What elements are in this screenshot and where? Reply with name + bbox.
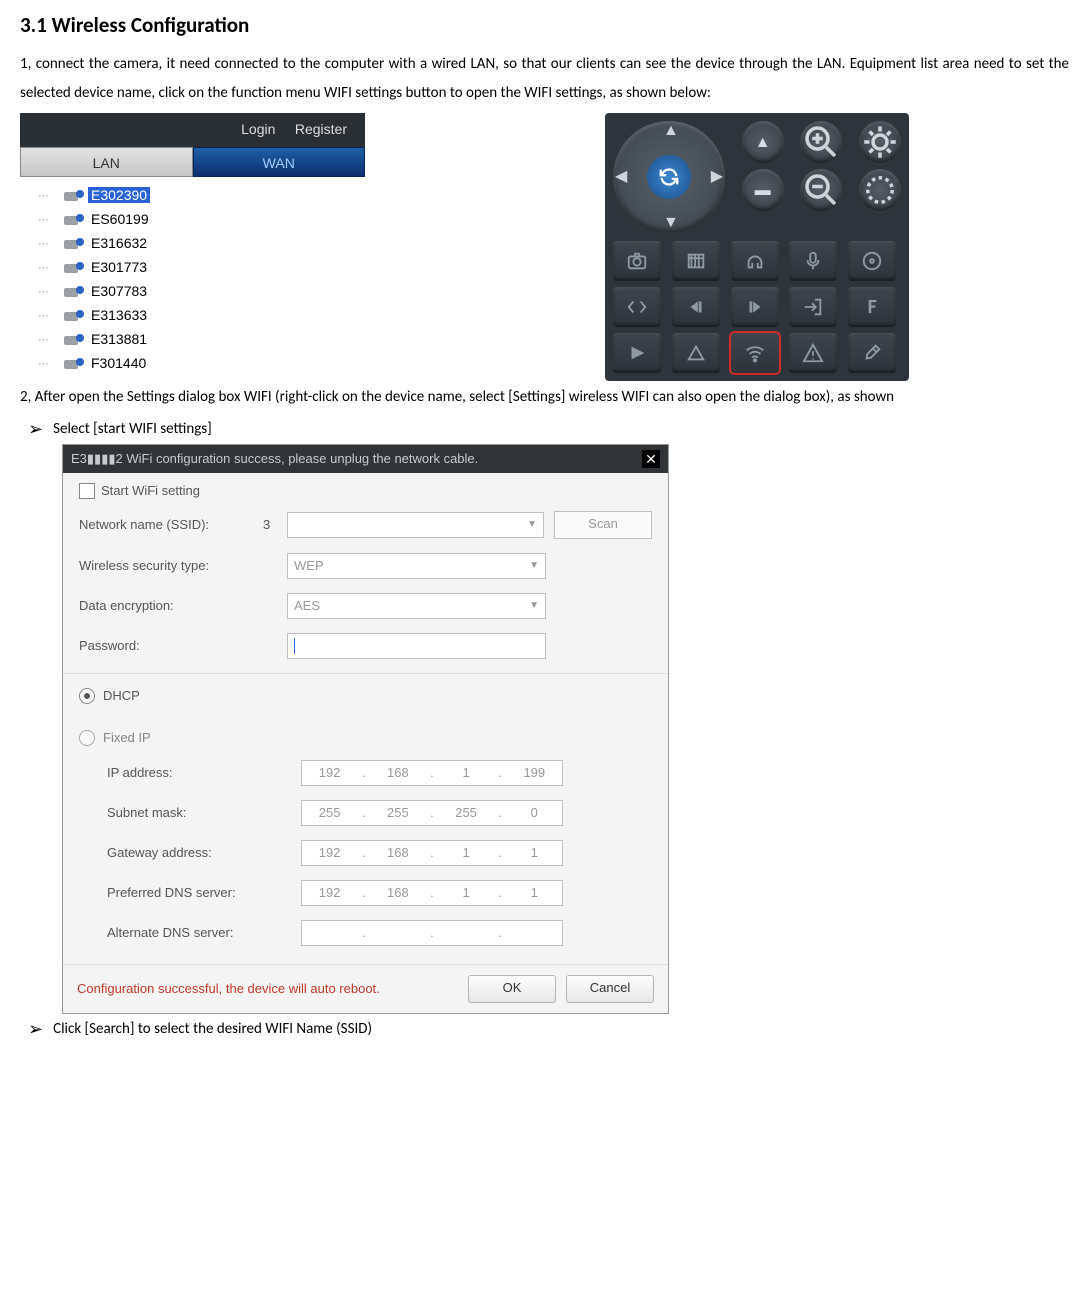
dhcp-radio[interactable] (79, 688, 95, 704)
gateway-label: Gateway address: (107, 845, 301, 860)
camera-icon (64, 187, 84, 203)
dhcp-label: DHCP (103, 688, 140, 703)
camera-icon (64, 355, 84, 371)
paragraph-1: 1, connect the camera, it need connected… (20, 50, 1069, 107)
gateway-input[interactable]: 192. 168. 1. 1 (301, 840, 563, 866)
snapshot-button[interactable] (613, 241, 661, 281)
password-input[interactable] (287, 633, 546, 659)
device-item[interactable]: ⋯E313881 (38, 327, 365, 351)
wifi-dialog: E3▮▮▮▮2 WiFi configuration success, plea… (62, 444, 669, 1014)
tab-lan[interactable]: LAN (20, 147, 193, 177)
zoom-out-button[interactable] (800, 169, 842, 211)
scan-button[interactable]: Scan (554, 511, 652, 539)
control-panel: ▲ ▼ ◀ ▶ ▲ ▬ (605, 113, 909, 381)
mic-button[interactable] (789, 241, 837, 281)
ip-address-label: IP address: (107, 765, 301, 780)
f-button[interactable]: F (848, 287, 896, 327)
iris-close-button[interactable] (859, 169, 901, 211)
device-item[interactable]: ⋯ES60199 (38, 207, 365, 231)
start-wifi-label: Start WiFi setting (101, 483, 200, 498)
password-label: Password: (79, 638, 253, 653)
login-link[interactable]: Login (241, 121, 275, 137)
device-item[interactable]: ⋯E316632 (38, 231, 365, 255)
cancel-button[interactable]: Cancel (566, 975, 654, 1003)
paragraph-2: 2, After open the Settings dialog box WI… (20, 383, 1069, 412)
camera-icon (64, 307, 84, 323)
ptz-refresh-button[interactable] (647, 155, 691, 199)
audio-button[interactable] (731, 241, 779, 281)
left-arrow-button[interactable] (672, 287, 720, 327)
subnet-label: Subnet mask: (107, 805, 301, 820)
triangle-button[interactable] (672, 333, 720, 373)
bullet-icon: ➢ (28, 1018, 43, 1040)
ptz-right-icon[interactable]: ▶ (711, 169, 723, 185)
camera-icon (64, 259, 84, 275)
focus-out-button[interactable]: ▬ (742, 169, 784, 211)
register-link[interactable]: Register (295, 121, 347, 137)
settings-button[interactable] (848, 333, 896, 373)
encryption-dropdown[interactable]: AES▼ (287, 593, 546, 619)
iris-open-button[interactable] (859, 121, 901, 163)
ip-address-input[interactable]: 192. 168. 1. 199 (301, 760, 563, 786)
device-item[interactable]: ⋯E302390 (38, 183, 365, 207)
security-dropdown[interactable]: WEP▼ (287, 553, 546, 579)
fixed-ip-radio[interactable] (79, 730, 95, 746)
dns1-label: Preferred DNS server: (107, 885, 301, 900)
device-item[interactable]: ⋯E307783 (38, 279, 365, 303)
ssid-count: 3 (263, 517, 277, 532)
encryption-label: Data encryption: (79, 598, 253, 613)
device-list-panel: Login Register LAN WAN ⋯E302390 ⋯ES60199… (20, 113, 365, 375)
status-message: Configuration successful, the device wil… (77, 981, 380, 996)
ptz-pad[interactable]: ▲ ▼ ◀ ▶ (613, 121, 725, 233)
close-button[interactable]: ✕ (642, 450, 660, 468)
device-item[interactable]: ⋯F301440 (38, 351, 365, 375)
ptz-down-icon[interactable]: ▼ (663, 215, 679, 231)
zoom-in-button[interactable] (800, 121, 842, 163)
ssid-label: Network name (SSID): (79, 517, 253, 532)
camera-icon (64, 283, 84, 299)
right-arrow-button[interactable] (731, 287, 779, 327)
device-item[interactable]: ⋯E301773 (38, 255, 365, 279)
disc-button[interactable] (848, 241, 896, 281)
focus-in-button[interactable]: ▲ (742, 121, 784, 163)
ssid-dropdown[interactable]: ▼ (287, 512, 544, 538)
play-button[interactable] (613, 333, 661, 373)
device-item[interactable]: ⋯E313633 (38, 303, 365, 327)
bullet-2: Click [Search] to select the desired WIF… (53, 1020, 372, 1038)
wifi-button[interactable] (731, 333, 779, 373)
record-button[interactable] (672, 241, 720, 281)
camera-icon (64, 235, 84, 251)
device-tree: ⋯E302390 ⋯ES60199 ⋯E316632 ⋯E301773 ⋯E30… (20, 177, 365, 375)
camera-icon (64, 331, 84, 347)
logout-button[interactable] (789, 287, 837, 327)
security-label: Wireless security type: (79, 558, 253, 573)
start-wifi-checkbox[interactable] (79, 483, 95, 499)
fixed-ip-label: Fixed IP (103, 730, 151, 745)
subnet-input[interactable]: 255. 255. 255. 0 (301, 800, 563, 826)
tab-wan[interactable]: WAN (193, 147, 366, 177)
alert-button[interactable] (789, 333, 837, 373)
dns1-input[interactable]: 192. 168. 1. 1 (301, 880, 563, 906)
ptz-left-icon[interactable]: ◀ (615, 169, 627, 185)
section-heading: 3.1 Wireless Configuration (20, 12, 1069, 38)
dialog-title: E3▮▮▮▮2 WiFi configuration success, plea… (71, 451, 478, 467)
ok-button[interactable]: OK (468, 975, 556, 1003)
bullet-icon: ➢ (28, 418, 43, 440)
flip-h-button[interactable] (613, 287, 661, 327)
camera-icon (64, 211, 84, 227)
ptz-up-icon[interactable]: ▲ (663, 123, 679, 139)
dns2-label: Alternate DNS server: (107, 925, 301, 940)
dns2-input[interactable]: . . . (301, 920, 563, 946)
bullet-1: Select [start WIFI settings] (53, 420, 212, 438)
